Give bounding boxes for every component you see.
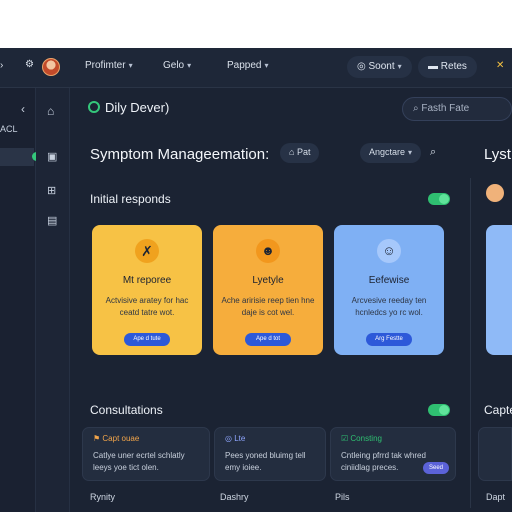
card-title: Eefewise: [368, 275, 410, 286]
page-title: Symptom Manageemation:: [90, 146, 270, 163]
rail-selected-item[interactable]: [0, 148, 34, 166]
initial-toggle[interactable]: [428, 193, 450, 205]
calendar-icon[interactable]: ▤: [47, 214, 59, 227]
card-title: Mt reporee: [122, 275, 172, 286]
filter-chip-angctare[interactable]: Angctare ▾: [360, 143, 422, 163]
chevron-down-icon: ▾: [187, 61, 192, 70]
footer-label: Rynity: [90, 492, 116, 502]
consult-tag: ⚑ Capt ouae: [93, 434, 140, 443]
card-icon: ▬: [428, 61, 441, 72]
consult-card[interactable]: ◎ Lte Pees yoned bluimg tell emy ioiee.: [214, 427, 326, 481]
panel-divider: [470, 178, 471, 508]
card-button[interactable]: Ape d tot: [245, 333, 291, 346]
consultations-toggle[interactable]: [428, 404, 450, 416]
consult-card[interactable]: ☑ Consting Cntleing pfrrd tak whred cini…: [330, 427, 456, 481]
footer-label: Dapt: [486, 492, 506, 502]
side-consult-card[interactable]: [478, 427, 512, 481]
consult-tag: ☑ Consting: [341, 434, 382, 443]
section-title-initial: Initial responds: [90, 192, 171, 206]
chevron-left-icon[interactable]: ‹: [21, 102, 33, 116]
card-lyetyle[interactable]: ☻ Lyetyle Ache aririsie reep tien hne da…: [213, 225, 323, 355]
icon-rail: ⌂ ▣ ⊞ ▤: [36, 88, 70, 512]
consult-text: Catlye uner ecrtel schlatly leeys yoe ti…: [93, 451, 185, 472]
layout-icon[interactable]: ⊞: [47, 184, 59, 197]
footer-label: Dashry: [220, 492, 249, 502]
search-icon[interactable]: ⌕: [430, 146, 436, 159]
card-eefewise[interactable]: ☺ Eefewise Arcvesive reeday ten hcnledcs…: [334, 225, 444, 355]
card-description: Actvisive aratey for hac ceatd tatre wot…: [105, 296, 189, 317]
card-description: Arcvesive reeday ten hcnledcs yo rc wol.: [351, 296, 427, 317]
menu-gelo[interactable]: Gelo ▾: [163, 60, 191, 71]
person-icon: ☻: [256, 239, 280, 263]
menu-papped[interactable]: Papped ▾: [227, 60, 269, 71]
consult-button[interactable]: Seed: [423, 462, 449, 474]
chevron-down-icon: ▾: [264, 61, 269, 70]
home-icon[interactable]: ⌂: [47, 104, 59, 118]
menu-profile[interactable]: Profimter ▾: [85, 60, 133, 71]
pill-retes[interactable]: ▬ Retes: [418, 56, 477, 78]
card-title: Lyetyle: [252, 275, 284, 286]
card-button[interactable]: Arg Festte: [366, 333, 412, 346]
brand-logo-icon: [88, 101, 100, 113]
footer-label: Pils: [335, 492, 350, 502]
menu-caret-icon[interactable]: ›: [0, 60, 3, 71]
consult-tag: ◎ Lte: [225, 434, 246, 443]
left-rail: ‹ ACL: [0, 88, 41, 512]
consult-card[interactable]: ⚑ Capt ouae Catlye uner ecrtel schlatly …: [82, 427, 210, 481]
consult-text: Pees yoned bluimg tell emy ioiee.: [225, 451, 306, 472]
consult-text: Cntleing pfrrd tak whred ciniidlag prece…: [341, 451, 426, 472]
pill-soont[interactable]: ◎ Soont ▾: [347, 56, 412, 78]
card-reporee[interactable]: ✗ Mt reporee Actvisive aratey for hac ce…: [92, 225, 202, 355]
brand[interactable]: Dily Dever): [88, 100, 169, 115]
filter-chip-pat[interactable]: ⌂ Pat: [280, 143, 320, 163]
top-bar: › ⚙ Profimter ▾ Gelo ▾ Papped ▾ ◎ Soont ▾ ▬ …: [0, 48, 512, 88]
circle-icon: ◎: [357, 61, 369, 72]
search-input[interactable]: ⌕ Fasth Fate: [402, 97, 512, 121]
side-section-title: Capte: [484, 403, 512, 417]
avatar[interactable]: [42, 58, 60, 76]
rail-partial-label: ACL: [0, 124, 18, 134]
side-card[interactable]: [486, 225, 512, 355]
section-title-consultations: Consultations: [90, 403, 163, 417]
filter-icon: ⌂: [289, 147, 297, 157]
grid-icon[interactable]: ▣: [47, 150, 59, 163]
chevron-down-icon: ▾: [128, 61, 133, 70]
doctor-icon: ☺: [377, 239, 401, 263]
card-button[interactable]: Ape d tute: [124, 333, 170, 346]
card-description: Ache aririsie reep tien hne daje is cot …: [221, 296, 315, 317]
chevron-down-icon: ▾: [408, 148, 413, 157]
gear-icon[interactable]: ⚙: [25, 59, 34, 70]
side-panel-title: Lyst: [484, 146, 511, 163]
tools-icon: ✗: [135, 239, 159, 263]
close-icon[interactable]: ✕: [496, 60, 504, 71]
side-avatar: [486, 184, 504, 202]
